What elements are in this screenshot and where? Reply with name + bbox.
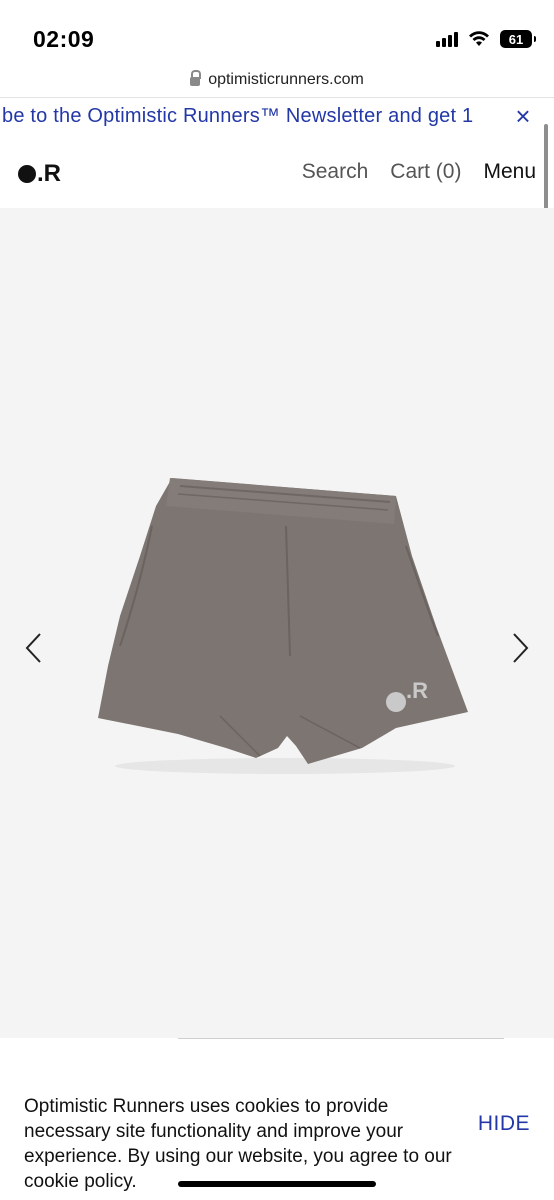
cookie-message: Optimistic Runners uses cookies to provi… [24, 1096, 452, 1192]
url-text: optimisticrunners.com [208, 70, 364, 88]
home-indicator[interactable] [178, 1181, 376, 1187]
menu-button[interactable]: Menu [483, 160, 536, 184]
status-icons: 61 [436, 30, 536, 48]
battery-icon: 61 [500, 30, 536, 48]
product-logo-text: .R [406, 678, 428, 703]
product-image-shorts [98, 478, 468, 774]
header-nav: Search Cart (0) Menu [302, 160, 536, 184]
chevron-left-icon[interactable] [22, 630, 46, 666]
wifi-icon [469, 31, 489, 46]
status-time: 02:09 [33, 26, 95, 52]
site-header: .R Search Cart (0) Menu [0, 140, 554, 206]
cookie-banner: Optimistic Runners uses cookies to provi… [0, 1040, 554, 1200]
close-icon[interactable]: × [510, 103, 536, 130]
site-logo[interactable]: .R [18, 160, 61, 188]
search-link[interactable]: Search [302, 160, 369, 184]
cellular-signal-icon [436, 31, 458, 47]
hide-cookie-button[interactable]: HIDE [478, 1112, 530, 1136]
logo-dot-icon [18, 165, 36, 183]
announcement-bar: be to the Optimistic Runners™ Newsletter… [0, 98, 554, 138]
browser-url-bar[interactable]: optimisticrunners.com [0, 62, 554, 98]
logo-text: .R [37, 160, 61, 187]
cart-link[interactable]: Cart (0) [390, 160, 461, 184]
announcement-text[interactable]: be to the Optimistic Runners™ Newsletter… [2, 105, 473, 128]
lock-icon [190, 69, 202, 87]
divider [178, 1038, 504, 1039]
product-gallery: .R [0, 208, 554, 1038]
status-bar: 02:09 61 [0, 0, 554, 62]
chevron-right-icon[interactable] [508, 630, 532, 666]
